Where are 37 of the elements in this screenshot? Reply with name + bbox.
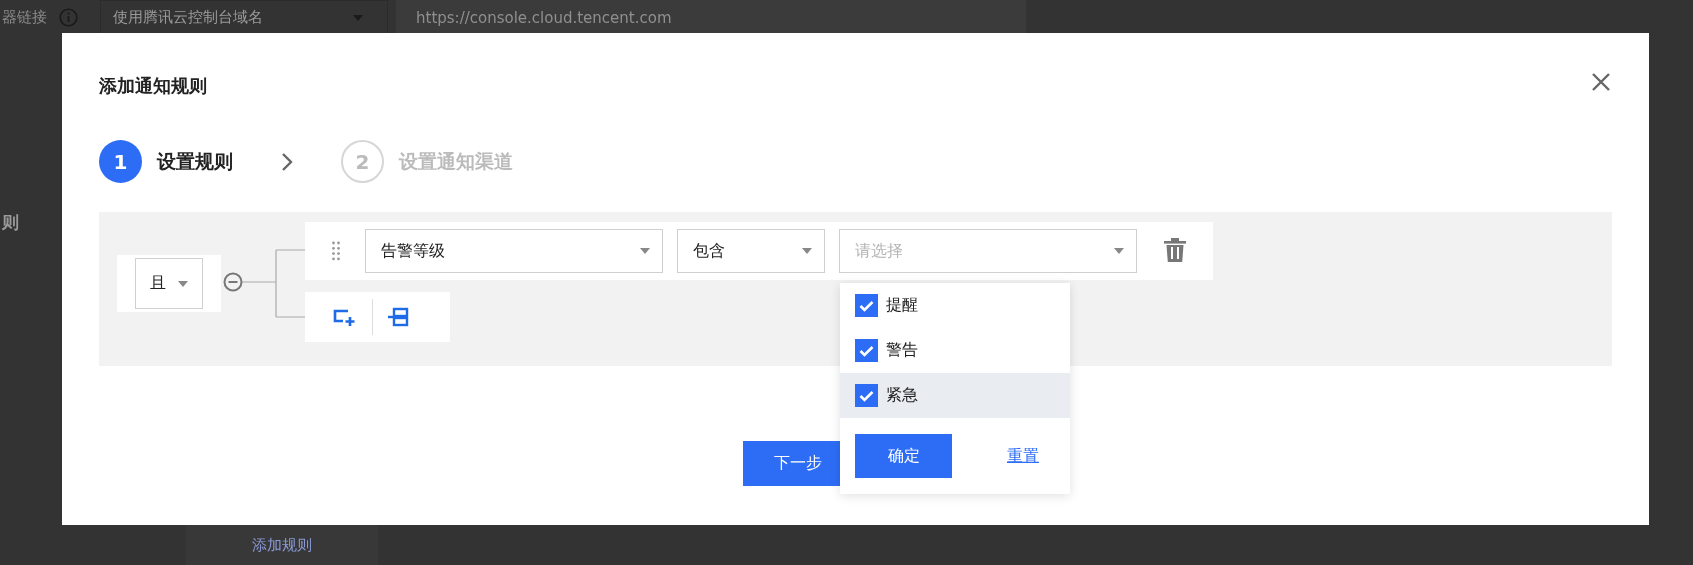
caret-icon bbox=[1114, 248, 1124, 254]
close-icon[interactable] bbox=[1591, 72, 1611, 92]
field-select[interactable]: 告警等级 bbox=[365, 229, 663, 273]
chevron-right-icon bbox=[281, 151, 293, 172]
check-icon bbox=[859, 344, 874, 357]
check-icon bbox=[859, 389, 874, 402]
field-label: 器链接 bbox=[2, 8, 47, 27]
collapse-icon[interactable] bbox=[223, 272, 243, 292]
caret-icon bbox=[802, 248, 812, 254]
checkbox[interactable] bbox=[855, 339, 878, 362]
add-condition-icon[interactable] bbox=[333, 308, 355, 326]
dropdown-option[interactable]: 紧急 bbox=[840, 373, 1070, 418]
check-icon bbox=[859, 299, 874, 312]
caret-icon bbox=[353, 14, 363, 21]
section-label: 则 bbox=[2, 211, 19, 234]
checkbox[interactable] bbox=[855, 384, 878, 407]
dropdown-option[interactable]: 提醒 bbox=[840, 283, 1070, 328]
dropdown-option[interactable]: 警告 bbox=[840, 328, 1070, 373]
add-rule-link[interactable]: 添加规则 bbox=[252, 535, 312, 555]
checkbox[interactable] bbox=[855, 294, 878, 317]
info-icon bbox=[59, 8, 78, 27]
caret-icon bbox=[178, 280, 188, 287]
operator-select[interactable]: 包含 bbox=[677, 229, 825, 273]
drag-handle-icon[interactable] bbox=[332, 241, 340, 261]
option-label: 紧急 bbox=[886, 385, 918, 406]
option-label: 警告 bbox=[886, 340, 918, 361]
trash-icon[interactable] bbox=[1164, 237, 1186, 265]
confirm-button[interactable]: 确定 bbox=[855, 434, 952, 478]
tree-connector bbox=[241, 249, 305, 318]
caret-icon bbox=[640, 248, 650, 254]
option-label: 提醒 bbox=[886, 295, 918, 316]
add-group-icon[interactable] bbox=[387, 307, 409, 327]
dialog-title: 添加通知规则 bbox=[99, 76, 207, 96]
reset-link[interactable]: 重置 bbox=[1007, 445, 1039, 467]
step[interactable]: 1 设置规则 bbox=[99, 140, 233, 183]
next-button[interactable]: 下一步 bbox=[743, 441, 840, 486]
logic-select[interactable]: 且 bbox=[135, 258, 203, 309]
